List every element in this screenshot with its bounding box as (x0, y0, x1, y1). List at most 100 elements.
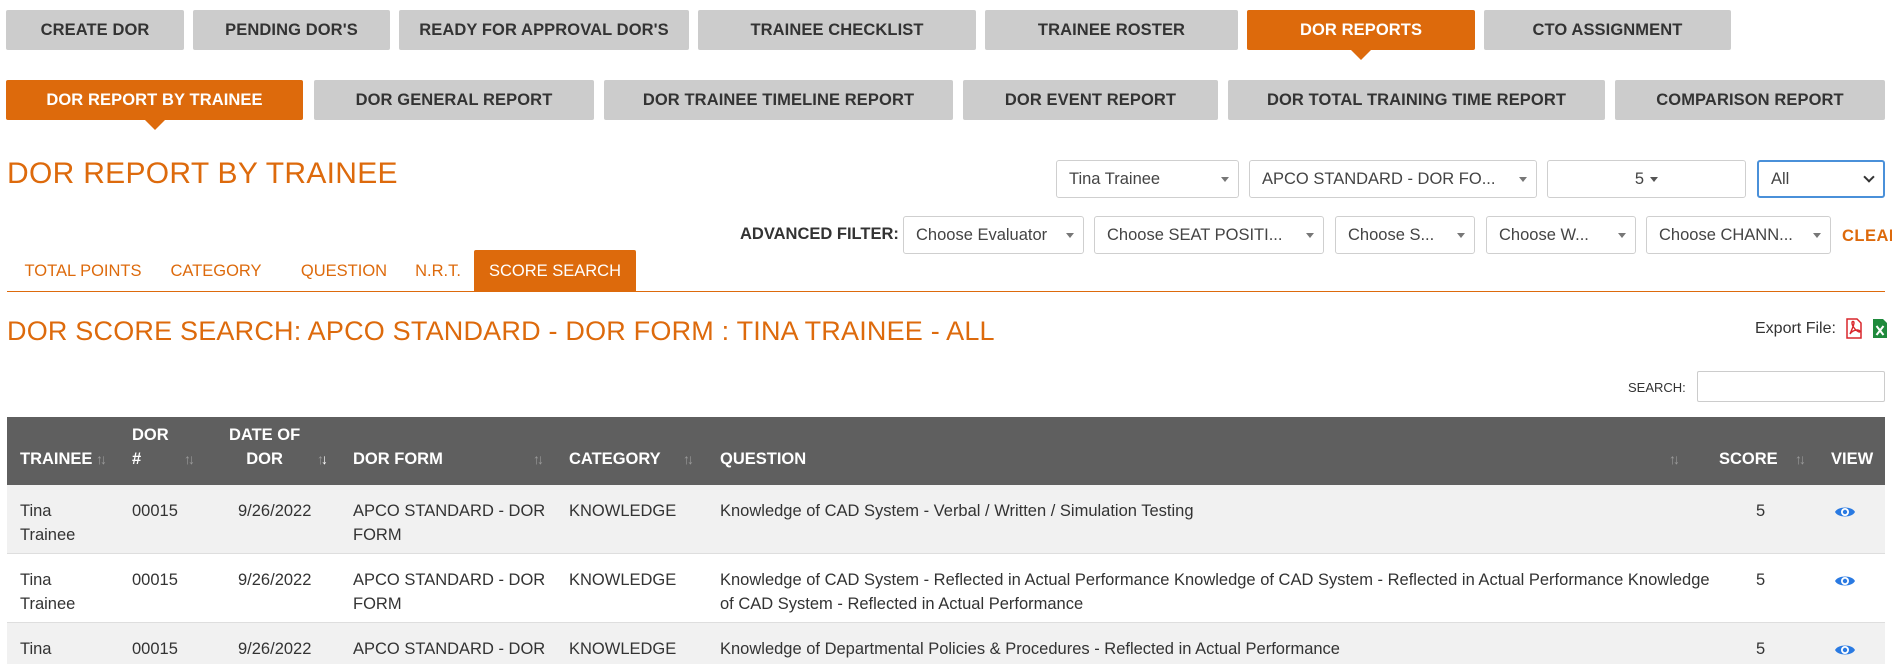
sort-icon[interactable]: ↑↓ (533, 451, 544, 467)
cell-date: 9/26/2022 (238, 502, 312, 520)
period-select[interactable]: All (1757, 160, 1885, 198)
col-header-dor-number-line2: # (132, 450, 142, 468)
cell-dor-form: APCO STANDARD - DOR (353, 637, 545, 661)
report-title: DOR SCORE SEARCH: APCO STANDARD - DOR FO… (7, 316, 995, 346)
subtab-category[interactable]: CATEGORY (161, 250, 271, 292)
caret-down-icon (1519, 177, 1527, 182)
tab-cto-assignment[interactable]: CTO ASSIGNMENT (1484, 10, 1731, 50)
tab-dor-report-by-trainee[interactable]: DOR REPORT BY TRAINEE (6, 80, 303, 130)
eye-icon[interactable] (1834, 573, 1856, 589)
period-select-value: All (1771, 169, 1790, 188)
clear-filters-button[interactable]: CLEAR (1842, 227, 1892, 246)
col-header-date-line1: DATE OF (229, 426, 301, 444)
subtab-nrt[interactable]: N.R.T. (409, 250, 467, 292)
excel-export-icon[interactable] (1872, 318, 1888, 339)
tab-create-dor[interactable]: CREATE DOR (6, 10, 184, 50)
cell-dor-number: 00015 (132, 571, 178, 589)
caret-down-icon (1618, 233, 1626, 238)
cell-dor-number: 00015 (132, 640, 178, 658)
channel-select[interactable]: Choose CHANN... (1646, 216, 1831, 254)
col-header-date-line2: DOR (246, 450, 283, 468)
cell-question: Knowledge of CAD System - Verbal / Writt… (720, 499, 1194, 523)
question-line1: Knowledge of Departmental Policies & Pro… (720, 640, 1340, 658)
trainee-select[interactable]: Tina Trainee (1056, 160, 1239, 198)
form-line1: APCO STANDARD - DOR (353, 571, 546, 589)
cell-dor-form: APCO STANDARD - DOR FORM (353, 499, 545, 547)
main-nav-tabs: CREATE DOR PENDING DOR'S READY FOR APPRO… (6, 10, 1731, 60)
sort-descending-icon[interactable]: ↑↓ (317, 451, 328, 467)
sort-icon[interactable]: ↑↓ (1669, 451, 1680, 467)
evaluator-select-value: Choose Evaluator (916, 225, 1048, 244)
eye-icon[interactable] (1834, 504, 1856, 520)
caret-down-icon (1650, 176, 1659, 182)
sort-icon[interactable]: ↑↓ (96, 451, 107, 467)
tab-dor-reports[interactable]: DOR REPORTS (1247, 10, 1475, 60)
caret-down-icon (1813, 233, 1821, 238)
table-row: Tina 00015 9/26/2022 APCO STANDARD - DOR… (7, 623, 1885, 664)
tab-dor-general-report[interactable]: DOR GENERAL REPORT (314, 80, 594, 120)
subtab-total-points[interactable]: TOTAL POINTS (17, 250, 149, 292)
cell-score: 5 (1756, 502, 1766, 520)
col-header-date[interactable]: DATE OF DOR (229, 423, 300, 471)
cell-score: 5 (1756, 571, 1766, 589)
tab-pending-dors[interactable]: PENDING DOR'S (193, 10, 390, 50)
cell-trainee: Tina Trainee (20, 568, 75, 616)
form-line1: APCO STANDARD - DOR (353, 640, 546, 658)
channel-select-value: Choose CHANN... (1659, 225, 1793, 244)
table-row: Tina Trainee 00015 9/26/2022 APCO STANDA… (7, 485, 1885, 554)
sort-icon[interactable]: ↑↓ (1795, 451, 1806, 467)
cell-category: KNOWLEDGE (569, 640, 677, 658)
seat-position-select[interactable]: Choose SEAT POSITI... (1094, 216, 1324, 254)
tab-trainee-checklist[interactable]: TRAINEE CHECKLIST (698, 10, 976, 50)
trainee-last-name: Trainee (20, 526, 76, 544)
tab-comparison-report[interactable]: COMPARISON REPORT (1615, 80, 1885, 120)
tab-trainee-roster[interactable]: TRAINEE ROSTER (985, 10, 1238, 50)
cell-trainee: Tina Trainee (20, 499, 75, 547)
count-value: 5 (1634, 169, 1645, 188)
sort-icon[interactable]: ↑↓ (683, 451, 694, 467)
table-row: Tina Trainee 00015 9/26/2022 APCO STANDA… (7, 554, 1885, 623)
search-label: SEARCH: (1628, 380, 1686, 395)
tab-ready-for-approval-dors[interactable]: READY FOR APPROVAL DOR'S (399, 10, 689, 50)
export-file: Export File: (1755, 318, 1888, 339)
trainee-first-name: Tina (20, 571, 52, 589)
s-select[interactable]: Choose S... (1335, 216, 1475, 254)
page-title: DOR REPORT BY TRAINEE (7, 157, 398, 190)
col-header-view: VIEW (1831, 450, 1874, 468)
seat-position-select-value: Choose SEAT POSITI... (1107, 225, 1283, 244)
sort-icon[interactable]: ↑↓ (184, 451, 195, 467)
pdf-export-icon[interactable] (1846, 318, 1862, 339)
caret-down-icon (1457, 233, 1465, 238)
question-line1: Knowledge of CAD System - Verbal / Writt… (720, 502, 1194, 520)
col-header-question[interactable]: QUESTION (720, 447, 806, 471)
form-line1: APCO STANDARD - DOR (353, 502, 546, 520)
col-header-dor-number[interactable]: DOR # (132, 423, 169, 471)
cell-score: 5 (1756, 640, 1766, 658)
col-header-score[interactable]: SCORE (1719, 447, 1778, 471)
subtab-question[interactable]: QUESTION (287, 250, 401, 292)
form-line2: FORM (353, 595, 402, 613)
evaluator-select[interactable]: Choose Evaluator (903, 216, 1084, 254)
chevron-down-icon (1863, 171, 1875, 183)
subtab-score-search[interactable]: SCORE SEARCH (474, 250, 636, 292)
search-input[interactable] (1697, 371, 1885, 402)
eye-icon[interactable] (1834, 642, 1856, 658)
cell-dor-number: 00015 (132, 502, 178, 520)
export-label: Export File: (1755, 319, 1836, 337)
count-dropdown-button[interactable]: 5 (1547, 160, 1746, 198)
trainee-first-name: Tina (20, 640, 52, 658)
tab-dor-trainee-timeline-report[interactable]: DOR TRAINEE TIMELINE REPORT (604, 80, 953, 120)
cell-dor-form: APCO STANDARD - DOR FORM (353, 568, 545, 616)
col-header-category[interactable]: CATEGORY (569, 447, 661, 471)
tab-dor-event-report[interactable]: DOR EVENT REPORT (963, 80, 1218, 120)
col-header-dor-form[interactable]: DOR FORM (353, 447, 443, 471)
w-select[interactable]: Choose W... (1486, 216, 1636, 254)
trainee-last-name: Trainee (20, 595, 76, 613)
score-table: TRAINEE ↑↓ DOR # ↑↓ DATE OF DOR ↑↓ DOR F… (7, 417, 1885, 664)
tab-dor-total-training-time-report[interactable]: DOR TOTAL TRAINING TIME REPORT (1228, 80, 1605, 120)
cell-question: Knowledge of CAD System - Reflected in A… (720, 568, 1710, 616)
col-header-trainee[interactable]: TRAINEE (20, 447, 92, 471)
form-select[interactable]: APCO STANDARD - DOR FO... (1249, 160, 1537, 198)
trainee-first-name: Tina (20, 502, 52, 520)
cell-category: KNOWLEDGE (569, 571, 677, 589)
